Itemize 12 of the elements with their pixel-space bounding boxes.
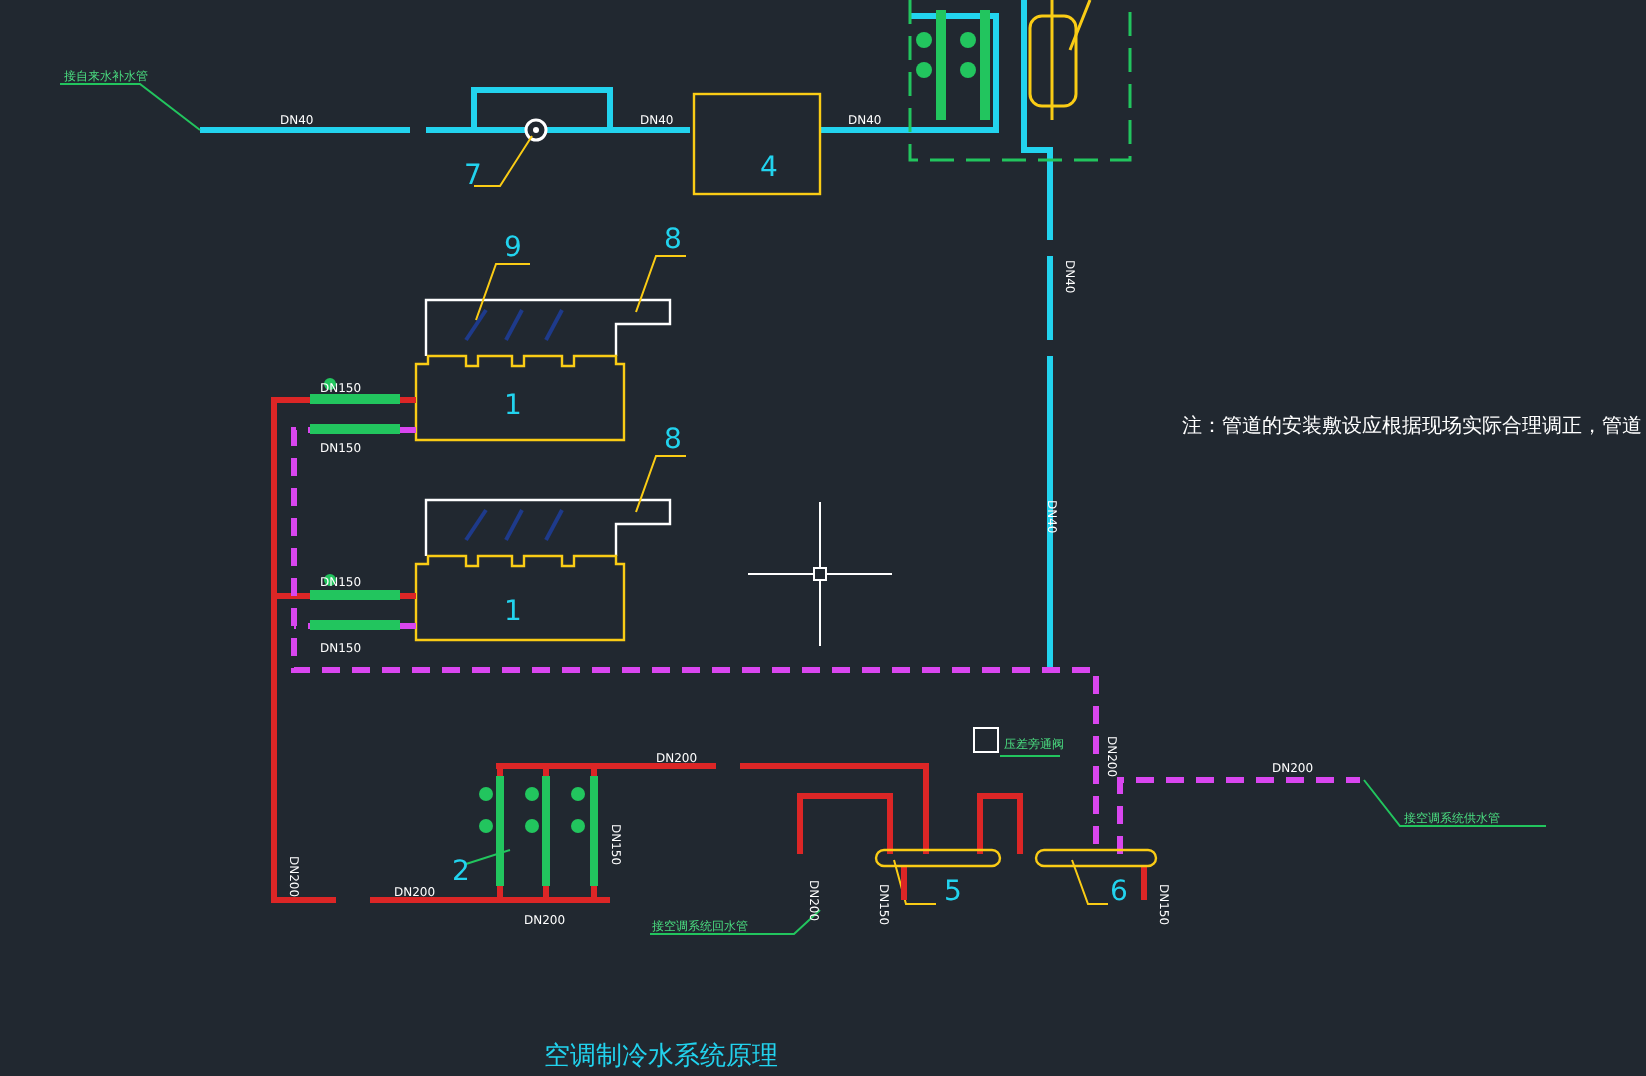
item-number: 9	[504, 232, 522, 264]
item-number: 8	[664, 424, 682, 456]
item-number: 1	[504, 390, 522, 422]
item-number: 2	[452, 856, 470, 888]
item-number: 5	[944, 876, 962, 908]
item-number: 6	[1110, 876, 1128, 908]
item-number: 8	[664, 224, 682, 256]
drawing-title: 空调制冷水系统原理	[544, 1042, 778, 1072]
item-number: 1	[504, 596, 522, 628]
note-text: 注：管道的安装敷设应根据现场实际合理调正，管道	[1182, 416, 1642, 438]
item-number: 4	[760, 152, 778, 184]
item-number: 7	[464, 160, 482, 192]
